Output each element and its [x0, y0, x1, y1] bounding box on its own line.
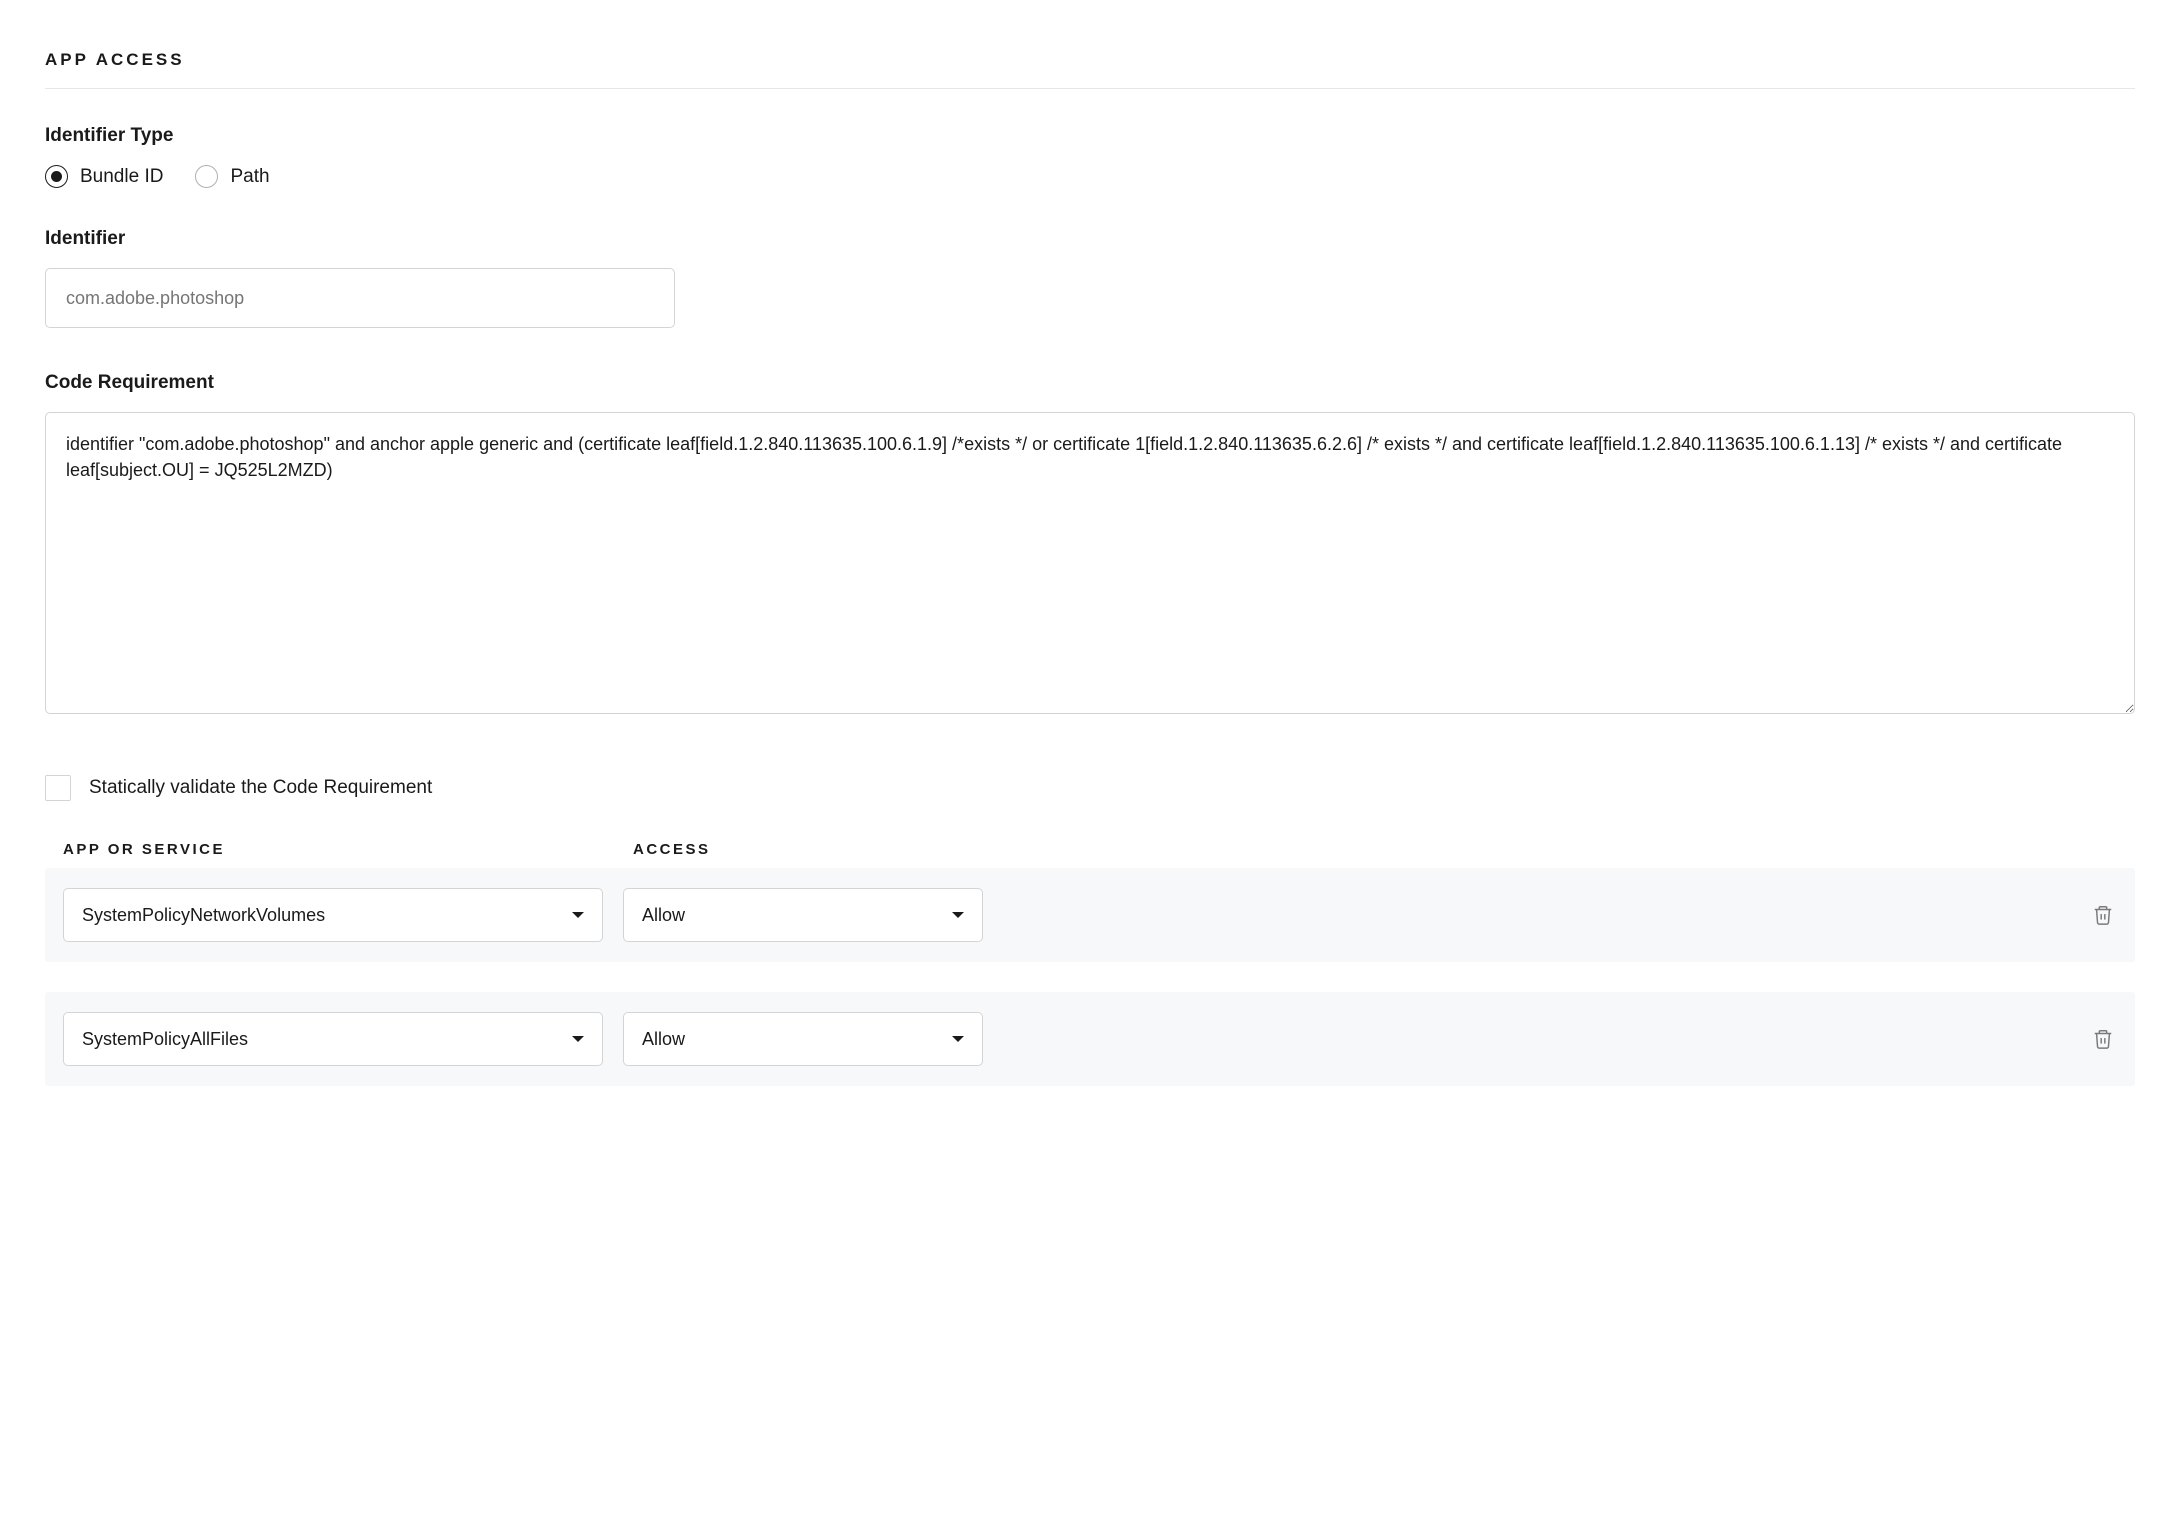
service-select-value: SystemPolicyNetworkVolumes	[82, 905, 325, 926]
static-validate-checkbox[interactable]	[45, 775, 71, 801]
access-select-value: Allow	[642, 1029, 685, 1050]
table-row: SystemPolicyNetworkVolumes Allow	[45, 868, 2135, 962]
trash-icon	[2092, 1027, 2114, 1051]
service-select-value: SystemPolicyAllFiles	[82, 1029, 248, 1050]
service-select[interactable]: SystemPolicyAllFiles	[63, 1012, 603, 1066]
radio-icon	[45, 165, 68, 188]
identifier-field[interactable]	[45, 268, 675, 328]
chevron-down-icon	[572, 1036, 584, 1042]
static-validate-label: Statically validate the Code Requirement	[89, 777, 432, 799]
chevron-down-icon	[572, 912, 584, 918]
access-select-value: Allow	[642, 905, 685, 926]
static-validate-row: Statically validate the Code Requirement	[45, 775, 2135, 801]
table-header: APP OR SERVICE ACCESS	[45, 841, 2135, 858]
chevron-down-icon	[952, 912, 964, 918]
radio-bundle-id-label: Bundle ID	[80, 166, 163, 188]
service-select[interactable]: SystemPolicyNetworkVolumes	[63, 888, 603, 942]
radio-bundle-id[interactable]: Bundle ID	[45, 165, 163, 188]
delete-row-button[interactable]	[2089, 901, 2117, 929]
section-title: APP ACCESS	[45, 50, 2135, 89]
radio-path[interactable]: Path	[195, 165, 269, 188]
radio-path-label: Path	[230, 166, 269, 188]
code-requirement-field[interactable]: identifier "com.adobe.photoshop" and anc…	[45, 412, 2135, 714]
identifier-label: Identifier	[45, 228, 2135, 250]
chevron-down-icon	[952, 1036, 964, 1042]
identifier-type-radio-group: Bundle ID Path	[45, 165, 2135, 188]
trash-icon	[2092, 903, 2114, 927]
delete-row-button[interactable]	[2089, 1025, 2117, 1053]
code-requirement-label: Code Requirement	[45, 372, 2135, 394]
access-select[interactable]: Allow	[623, 888, 983, 942]
radio-icon	[195, 165, 218, 188]
identifier-type-label: Identifier Type	[45, 125, 2135, 147]
table-row: SystemPolicyAllFiles Allow	[45, 992, 2135, 1086]
th-service: APP OR SERVICE	[63, 841, 633, 858]
th-access: ACCESS	[633, 841, 993, 858]
access-select[interactable]: Allow	[623, 1012, 983, 1066]
